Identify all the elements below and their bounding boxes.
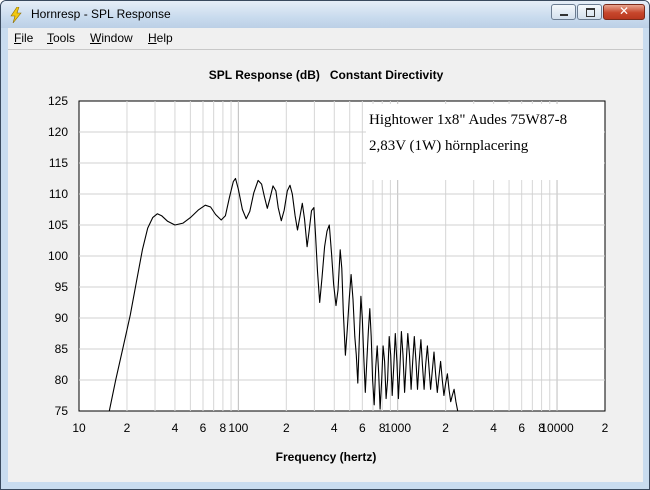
annotation-line-1: Hightower 1x8" Audes 75W87-8 [369, 112, 567, 128]
minimize-icon [560, 14, 568, 16]
x-tick-label: 2 [602, 421, 609, 435]
menu-file[interactable]: File [14, 31, 33, 45]
x-tick-label: 4 [172, 421, 179, 435]
y-tick-label: 80 [55, 373, 69, 387]
maximize-button[interactable] [577, 4, 602, 20]
menu-help[interactable]: Help [148, 31, 173, 45]
x-tick-label: 10 [72, 421, 86, 435]
close-icon: ✕ [618, 4, 630, 18]
spl-chart: SPL Response (dB) Constant Directivity 7… [48, 68, 609, 464]
x-tick-label: 2 [124, 421, 131, 435]
chart-title: SPL Response (dB) Constant Directivity [209, 68, 444, 82]
menu-tools[interactable]: Tools [47, 31, 75, 45]
x-tick-label: 6 [359, 421, 366, 435]
y-tick-label: 125 [48, 94, 68, 108]
annotation-line-2: 2,83V (1W) hörnplacering [369, 138, 529, 154]
x-tick-label: 6 [200, 421, 207, 435]
minimize-button[interactable] [551, 4, 576, 20]
x-tick-label: 8 [220, 421, 227, 435]
y-tick-label: 85 [55, 342, 69, 356]
maximize-icon [586, 8, 595, 17]
chart-area: SPL Response (dB) Constant Directivity 7… [8, 50, 643, 482]
window-title: Hornresp - SPL Response [31, 7, 171, 21]
menu-bar: File Tools Window Help [8, 28, 643, 50]
y-tick-label: 75 [55, 404, 69, 418]
lightning-icon [10, 7, 22, 23]
close-button[interactable]: ✕ [603, 4, 645, 20]
x-tick-label: 1000 [384, 421, 411, 435]
x-tick-label: 4 [331, 421, 338, 435]
y-tick-label: 105 [48, 218, 68, 232]
x-tick-label: 100 [228, 421, 248, 435]
x-tick-label: 4 [490, 421, 497, 435]
y-tick-labels: 75 80 85 90 95 100 105 110 115 120 125 [48, 94, 68, 418]
menu-window[interactable]: Window [90, 31, 133, 45]
y-tick-label: 120 [48, 125, 68, 139]
y-tick-label: 100 [48, 249, 68, 263]
x-tick-label: 10000 [540, 421, 574, 435]
y-tick-label: 110 [49, 187, 68, 201]
x-tick-labels: 10 2 4 6 8 100 2 4 6 81000 2 4 6 810000 2 [72, 421, 608, 435]
y-tick-label: 115 [49, 156, 68, 170]
x-tick-label: 6 [518, 421, 525, 435]
x-tick-label: 2 [283, 421, 290, 435]
title-bar[interactable]: Hornresp - SPL Response ✕ [1, 1, 649, 28]
x-axis-label: Frequency (hertz) [276, 450, 377, 464]
x-tick-label: 2 [442, 421, 449, 435]
y-tick-label: 90 [55, 311, 69, 325]
y-tick-label: 95 [55, 280, 69, 294]
app-window: Hornresp - SPL Response ✕ File Tools Win… [0, 0, 650, 490]
